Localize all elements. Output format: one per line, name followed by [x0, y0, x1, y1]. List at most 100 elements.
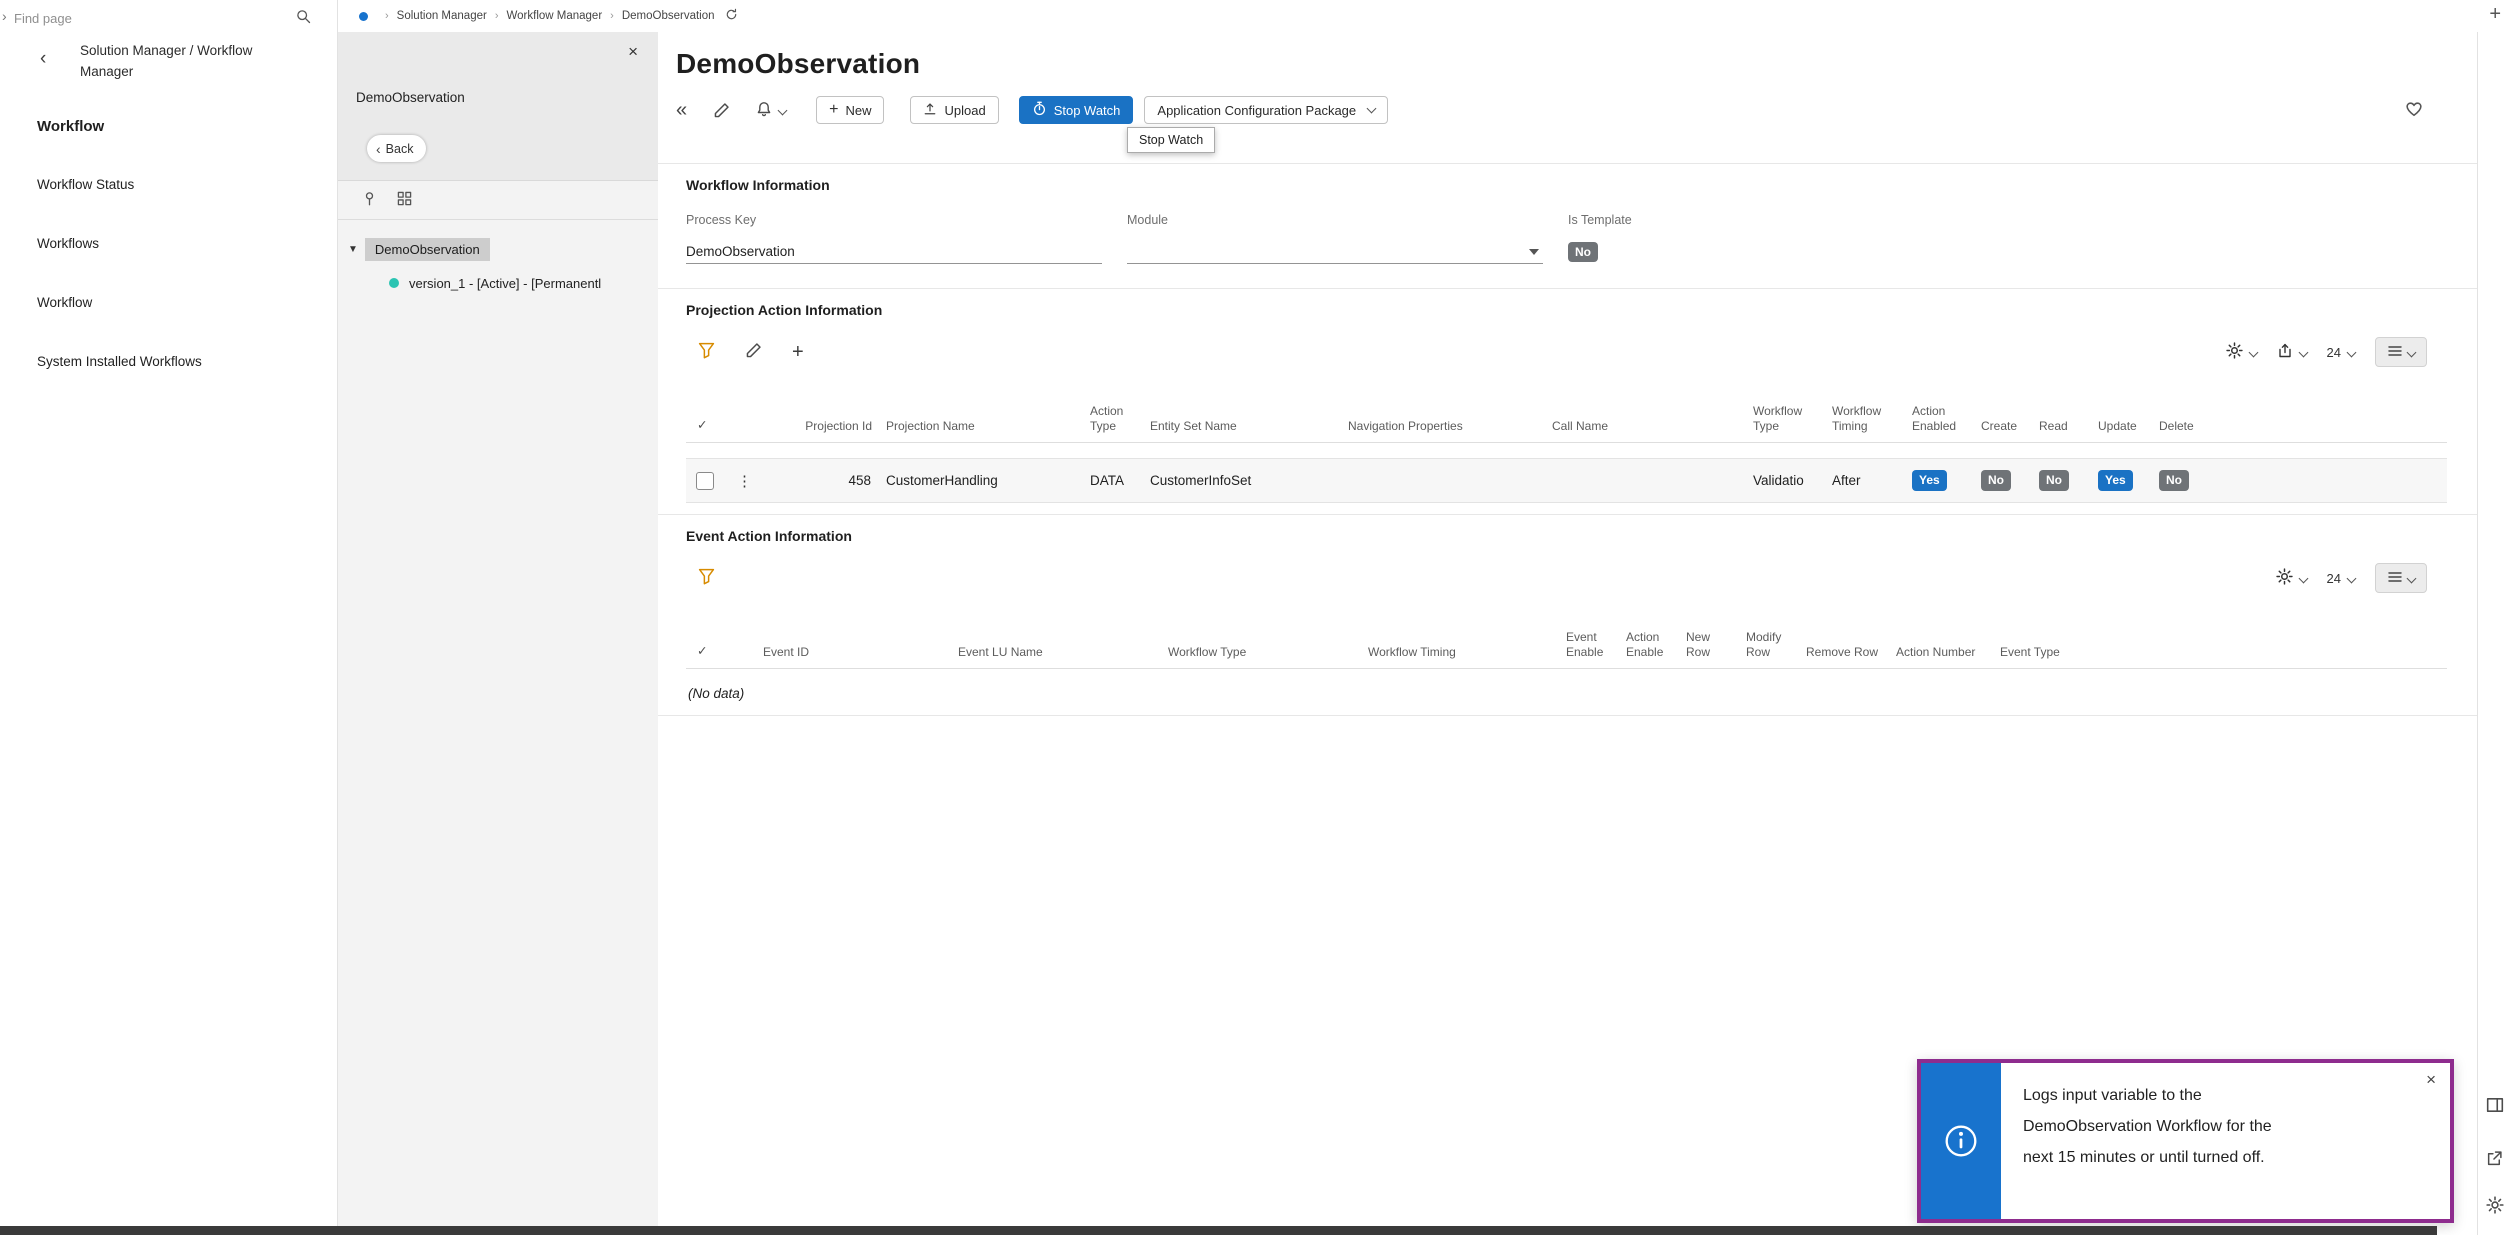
refresh-icon[interactable]	[725, 8, 738, 24]
version-status-dot	[389, 278, 399, 288]
sidebar-item-system-installed-workflows[interactable]: System Installed Workflows	[37, 354, 202, 369]
table-settings-control[interactable]	[2276, 568, 2307, 588]
export-control[interactable]	[2277, 343, 2307, 362]
column-header: Projection Id	[780, 419, 874, 442]
collapse-panel-icon[interactable]: «	[676, 99, 687, 122]
new-button[interactable]: + New	[816, 96, 884, 124]
delete-badge: No	[2159, 470, 2189, 490]
create-badge: No	[1981, 470, 2011, 490]
view-mode-button[interactable]	[2375, 563, 2427, 593]
column-header: Event ID	[750, 645, 950, 668]
column-header: Action Number	[1888, 645, 1992, 668]
is-template-badge: No	[1568, 242, 1598, 262]
action-enabled-badge: Yes	[1912, 470, 1947, 490]
notification-toast: Logs input variable to the DemoObservati…	[1917, 1059, 2454, 1223]
projection-action-section: Projection Action Information +	[658, 288, 2477, 514]
module-select[interactable]	[1127, 240, 1543, 264]
section-title: Projection Action Information	[686, 302, 2447, 318]
side-panel-toggle-icon[interactable]	[2486, 1096, 2504, 1117]
filter-icon[interactable]	[698, 568, 715, 588]
is-template-label: Is Template	[1568, 213, 1632, 227]
find-page-input[interactable]	[14, 11, 296, 26]
grid-view-icon[interactable]	[397, 191, 412, 209]
right-rail	[2477, 32, 2513, 1235]
workflow-information-section: Workflow Information Process Key DemoObs…	[658, 163, 2477, 264]
filter-icon[interactable]	[698, 342, 715, 362]
notifications-menu[interactable]	[756, 101, 786, 120]
navigation-sidebar: › ‹ Solution Manager / Workflow Manager …	[0, 0, 338, 1235]
pin-icon[interactable]	[362, 191, 377, 209]
close-icon[interactable]: ×	[2426, 1071, 2436, 1088]
plus-icon[interactable]: +	[2489, 3, 2501, 26]
bell-icon	[756, 101, 772, 120]
tree-expand-icon[interactable]: ▼	[348, 244, 358, 255]
favorite-heart-icon[interactable]	[2405, 100, 2423, 121]
breadcrumb-demoobservation[interactable]: DemoObservation	[622, 10, 715, 22]
chevron-down-icon	[2248, 347, 2258, 357]
settings-gear-icon[interactable]	[2486, 1196, 2504, 1217]
package-button-label: Application Configuration Package	[1157, 103, 1356, 118]
row-menu-icon[interactable]: ⋮	[737, 472, 752, 490]
dropdown-arrow-icon	[1529, 249, 1539, 255]
edit-pencil-icon[interactable]	[745, 342, 762, 362]
sidebar-back-title[interactable]: Solution Manager / Workflow Manager	[80, 40, 285, 82]
back-button[interactable]: ‹ Back	[367, 135, 426, 162]
row-checkbox[interactable]	[696, 472, 714, 490]
toast-accent-strip	[1921, 1063, 2001, 1219]
event-table-header: ✓ Event ID Event LU Name Workflow Type W…	[686, 619, 2447, 669]
stop-watch-button[interactable]: Stop Watch	[1019, 96, 1134, 124]
cell-entity-set-name: CustomerInfoSet	[1142, 473, 1340, 488]
open-external-icon[interactable]	[2486, 1150, 2503, 1170]
application-configuration-package-button[interactable]: Application Configuration Package	[1144, 96, 1388, 124]
process-key-input[interactable]: DemoObservation	[686, 240, 1102, 264]
column-header: Call Name	[1544, 419, 1745, 442]
info-icon	[1943, 1123, 1979, 1159]
select-all-icon[interactable]: ✓	[686, 644, 750, 668]
tree-node-version[interactable]: version_1 - [Active] - [Permanentl	[338, 270, 658, 296]
page-size-control[interactable]: 24	[2327, 571, 2355, 586]
find-page-row	[14, 0, 311, 36]
column-header: Action Enable	[1618, 630, 1678, 668]
close-icon[interactable]: ×	[628, 42, 638, 62]
process-key-value: DemoObservation	[686, 244, 795, 259]
breadcrumb-solution-manager[interactable]: Solution Manager	[397, 10, 487, 22]
tree-version-label[interactable]: version_1 - [Active] - [Permanentl	[409, 276, 601, 291]
sidebar-item-workflow[interactable]: Workflow	[37, 295, 202, 310]
sidebar-item-workflow-status[interactable]: Workflow Status	[37, 177, 202, 192]
main-content: DemoObservation « + New	[658, 32, 2477, 1235]
page-size-control[interactable]: 24	[2327, 345, 2355, 360]
version-panel: × DemoObservation ‹ Back ▼ DemoObserv	[338, 32, 658, 1235]
stop-watch-tooltip: Stop Watch	[1127, 127, 1215, 153]
app-window: › ‹ Solution Manager / Workflow Manager …	[0, 0, 2513, 1235]
upload-button[interactable]: Upload	[910, 96, 998, 124]
back-chevron-icon[interactable]: ‹	[40, 48, 46, 70]
tree-node-root[interactable]: ▼ DemoObservation	[338, 236, 658, 262]
section-title: Workflow Information	[686, 177, 2447, 193]
update-badge: Yes	[2098, 470, 2133, 490]
no-data-text: (No data)	[688, 686, 2447, 701]
app-favicon-dot	[359, 12, 368, 21]
sidebar-item-workflows[interactable]: Workflows	[37, 236, 202, 251]
add-row-icon[interactable]: +	[792, 341, 804, 364]
page-size-value: 24	[2327, 345, 2341, 360]
column-header: Create	[1973, 419, 2031, 442]
column-header: Remove Row	[1798, 645, 1888, 668]
main-toolbar: « + New	[676, 96, 2459, 124]
cell-workflow-type: Validatio	[1745, 473, 1824, 488]
tree-root-label[interactable]: DemoObservation	[365, 238, 490, 261]
select-all-icon[interactable]: ✓	[686, 418, 780, 442]
view-mode-button[interactable]	[2375, 337, 2427, 367]
column-header: Action Type	[1082, 404, 1142, 442]
chevron-down-icon	[2406, 347, 2416, 357]
table-settings-control[interactable]	[2226, 342, 2257, 362]
column-header: Workflow Timing	[1824, 404, 1904, 442]
breadcrumb-workflow-manager[interactable]: Workflow Manager	[507, 10, 603, 22]
chevron-down-icon	[2298, 573, 2308, 583]
edit-pencil-icon[interactable]	[713, 102, 730, 119]
projection-table-row[interactable]: ⋮ 458 CustomerHandling DATA CustomerInfo…	[686, 458, 2447, 503]
stop-watch-label: Stop Watch	[1054, 103, 1121, 118]
process-key-label: Process Key	[686, 213, 1127, 227]
column-header: Entity Set Name	[1142, 419, 1340, 442]
bottom-bar	[0, 1226, 2437, 1235]
collapse-handle-icon[interactable]: ›	[2, 8, 7, 24]
